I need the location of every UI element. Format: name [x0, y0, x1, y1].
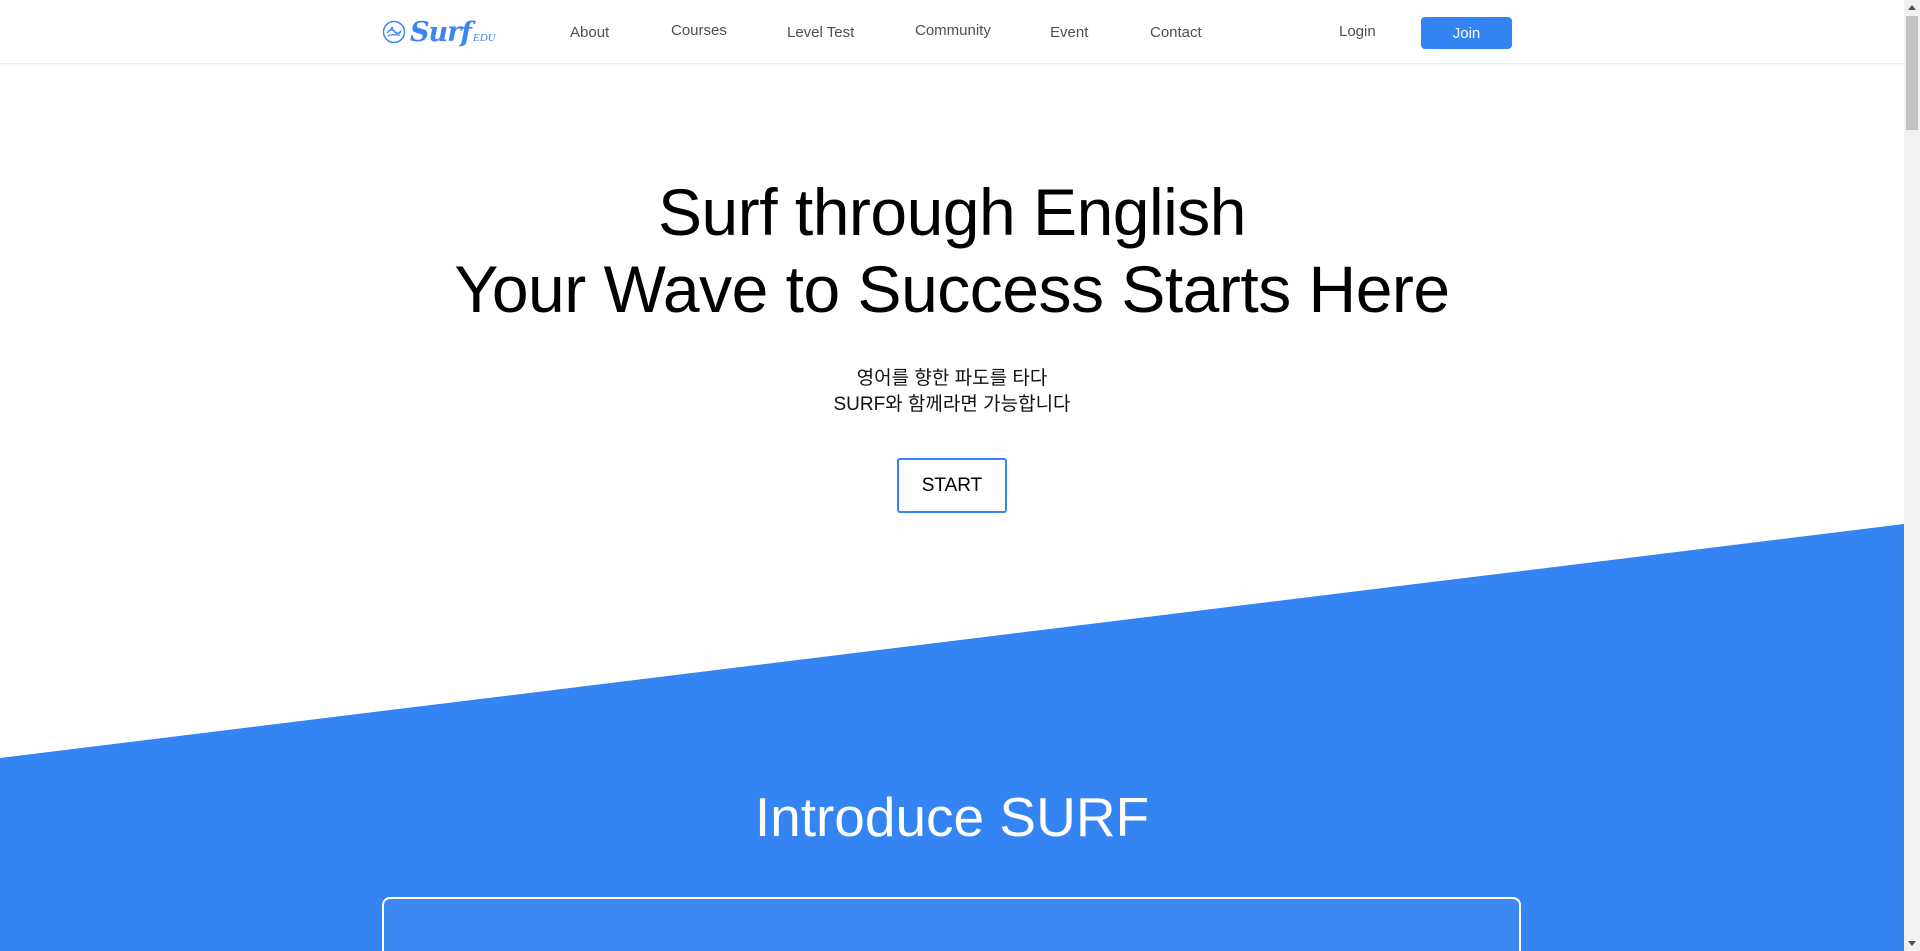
logo-subtext: EDU	[472, 32, 496, 44]
top-navbar: Surf EDU About Courses Level Test Commun…	[0, 0, 1904, 64]
nav-community[interactable]: Community	[915, 22, 991, 39]
scrollbar-thumb[interactable]	[1906, 16, 1918, 130]
brand-logo[interactable]: Surf EDU	[382, 14, 496, 50]
scroll-down-arrow-icon[interactable]	[1907, 938, 1917, 948]
scroll-up-arrow-icon[interactable]	[1907, 3, 1917, 13]
intro-card	[382, 897, 1521, 951]
nav-event[interactable]: Event	[1050, 24, 1088, 41]
join-button[interactable]: Join	[1421, 17, 1512, 49]
intro-section-title: Introduce SURF	[754, 786, 1150, 848]
page-scrollbar[interactable]	[1904, 0, 1920, 951]
nav-courses[interactable]: Courses	[671, 22, 727, 39]
nav-contact[interactable]: Contact	[1150, 24, 1202, 41]
nav-level-test[interactable]: Level Test	[787, 24, 854, 41]
page: Surf EDU About Courses Level Test Commun…	[0, 0, 1904, 951]
surf-logo-icon	[382, 20, 406, 44]
logo-wordmark: Surf	[410, 17, 472, 48]
login-link[interactable]: Login	[1339, 23, 1376, 40]
nav-about[interactable]: About	[570, 24, 609, 41]
